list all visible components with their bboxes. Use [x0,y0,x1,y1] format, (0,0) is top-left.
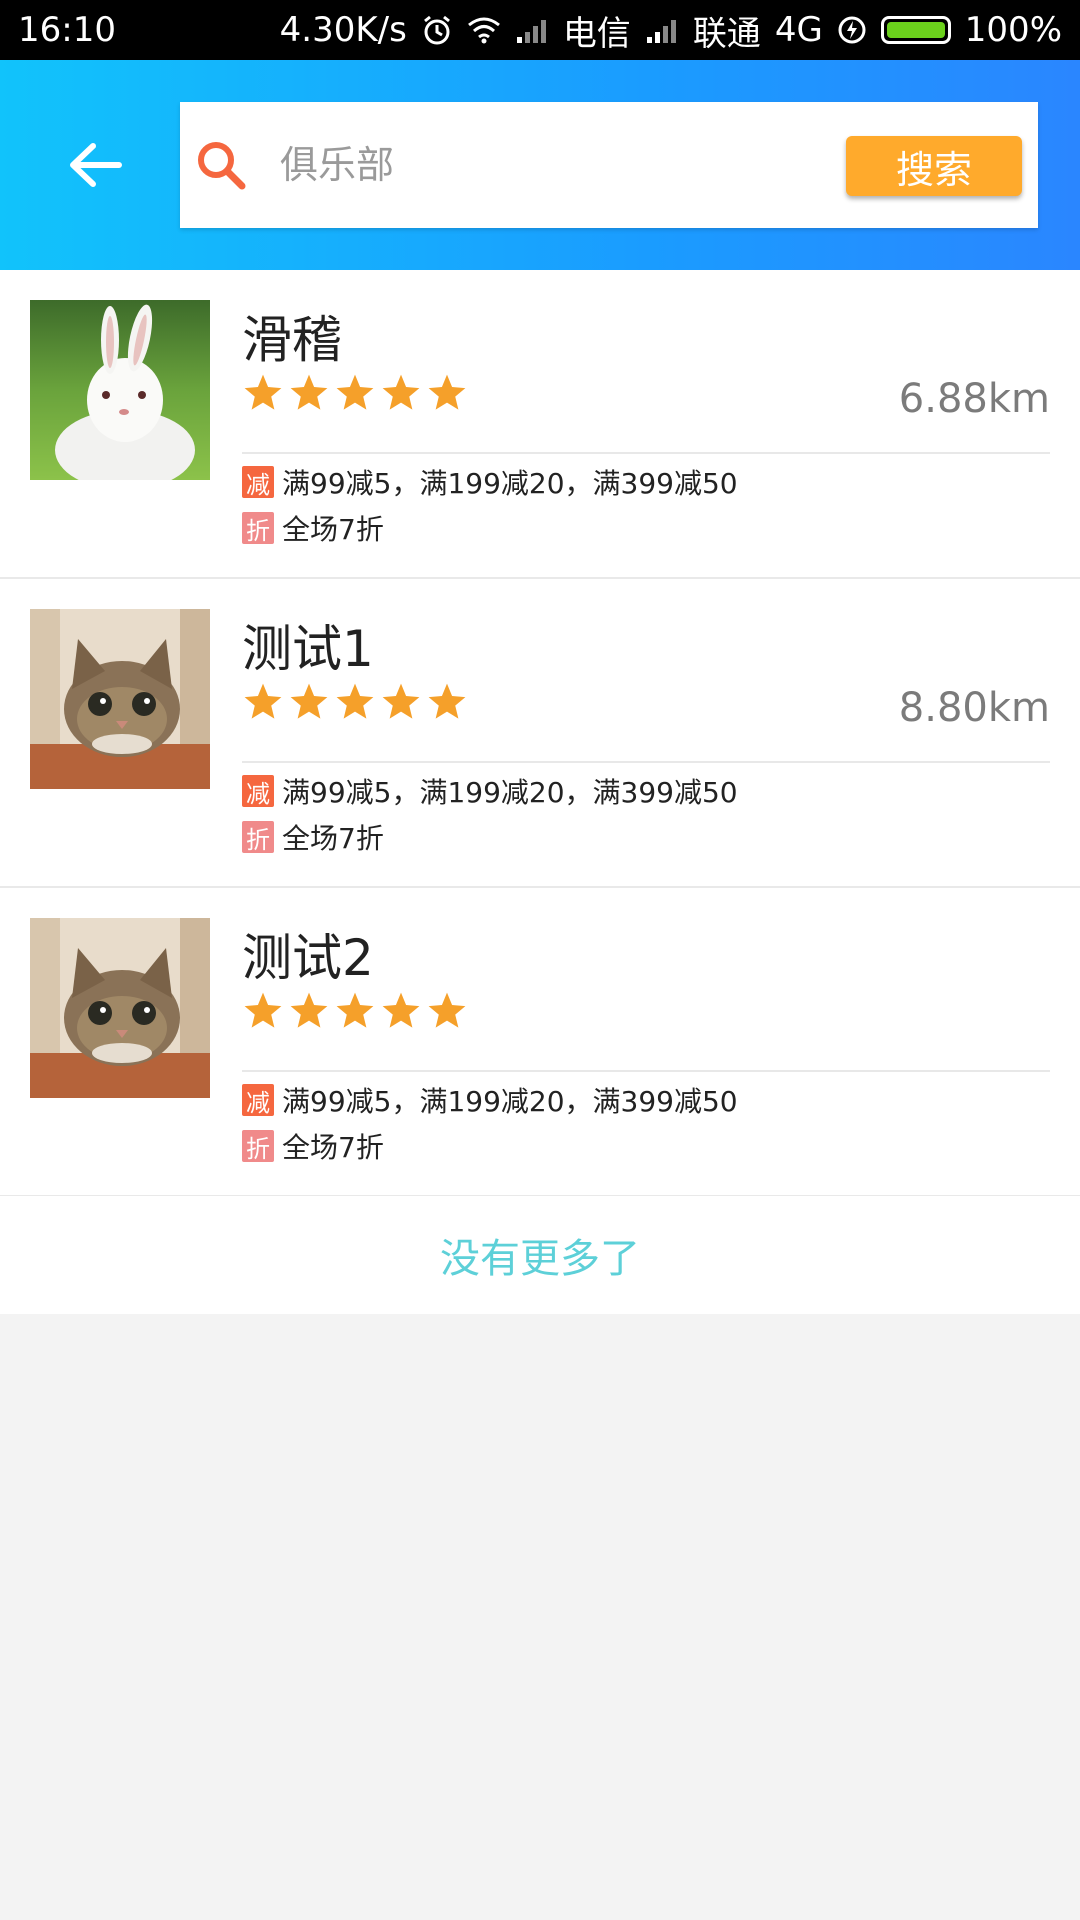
wifi-icon [467,16,501,44]
promo-text: 全场7折 [282,822,384,855]
star-icon [290,683,328,719]
back-arrow-icon [70,143,122,187]
search-icon [198,142,246,190]
rating-stars [242,681,468,723]
divider [242,761,1050,763]
promo-text: 满99减5，满199减20，满399减50 [282,467,738,500]
item-distance: 8.80km [898,685,1050,731]
star-icon [382,992,420,1028]
charging-icon [837,15,867,45]
promo-discount: 减 满99减5，满199减20，满399减50 [242,771,738,811]
search-box: 搜索 [180,102,1038,228]
rating-stars [242,372,468,414]
star-icon [336,992,374,1028]
discount-tag: 减 [242,775,274,808]
star-icon [428,683,466,719]
network-speed: 4.30K/s [279,10,407,50]
discount-tag: 减 [242,466,274,499]
rabbit-photo [30,300,210,480]
item-name: 测试2 [242,929,374,987]
promo-discount: 减 满99减5，满199减20，满399减50 [242,462,738,502]
star-icon [290,374,328,410]
list-item[interactable]: 测试1 8.80km 减 满99减5，满199减20，满399减50 折 全场7… [0,579,1080,888]
cat-photo [30,609,210,789]
back-button[interactable] [60,130,130,200]
item-name: 测试1 [242,620,374,678]
promo-sale: 折 全场7折 [242,1126,384,1166]
carrier-2: 联通 [692,13,761,54]
promo-sale: 折 全场7折 [242,817,384,857]
sale-tag: 折 [242,512,274,545]
star-icon [244,374,282,410]
star-icon [290,992,328,1028]
promo-text: 全场7折 [282,1131,384,1164]
star-icon [244,683,282,719]
search-button[interactable]: 搜索 [846,136,1022,196]
no-more-indicator: 没有更多了 [0,1196,1080,1314]
network-type: 4G [774,10,823,50]
battery-level: 100% [964,10,1062,50]
battery-icon [880,16,951,44]
status-bar: 16:10 4.30K/s 电信 联通 4G 100% [0,0,1080,60]
search-input[interactable] [280,122,880,208]
signal-icon-1 [515,17,549,43]
list-item[interactable]: 测试2 减 满99减5，满199减20，满399减50 折 全场7折 [0,888,1080,1197]
star-icon [336,374,374,410]
promo-text: 满99减5，满199减20，满399减50 [282,1085,738,1118]
item-name: 滑稽 [242,311,342,369]
status-time: 16:10 [18,10,116,50]
club-list: 滑稽 6.88km 减 满99减5，满199减20，满399减50 折 全场7折 [0,270,1080,1197]
star-icon [382,374,420,410]
list-item[interactable]: 滑稽 6.88km 减 满99减5，满199减20，满399减50 折 全场7折 [0,270,1080,579]
promo-discount: 减 满99减5，满199减20，满399减50 [242,1080,738,1120]
promo-sale: 折 全场7折 [242,508,384,548]
rating-stars [242,990,468,1032]
signal-icon-2 [645,17,679,43]
star-icon [428,992,466,1028]
cat-photo [30,918,210,1098]
star-icon [336,683,374,719]
promo-text: 满99减5，满199减20，满399减50 [282,776,738,809]
search-header: 搜索 [0,60,1080,270]
divider [242,1070,1050,1072]
promo-text: 全场7折 [282,513,384,546]
discount-tag: 减 [242,1084,274,1117]
item-distance: 6.88km [898,376,1050,422]
divider [242,452,1050,454]
sale-tag: 折 [242,821,274,854]
carrier-1: 电信 [562,13,631,54]
alarm-icon [421,14,453,46]
star-icon [244,992,282,1028]
star-icon [382,683,420,719]
sale-tag: 折 [242,1130,274,1163]
star-icon [428,374,466,410]
